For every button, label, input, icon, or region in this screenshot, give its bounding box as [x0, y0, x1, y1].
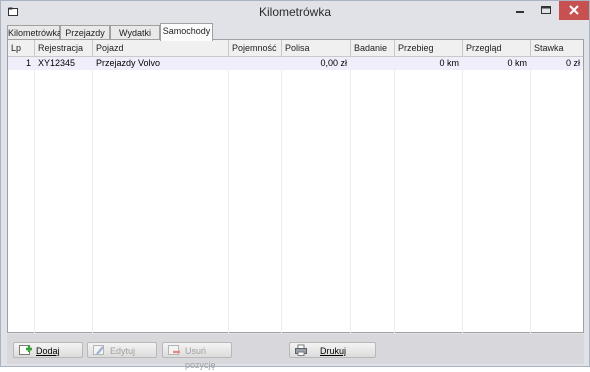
tab-przejazdy[interactable]: Przejazdy [60, 25, 110, 40]
col-header-przebieg[interactable]: Przebieg [395, 40, 463, 56]
button-bar: Dodaj Edytuj Usuń pozycję Drukuj [7, 334, 584, 370]
table-row[interactable]: 1 XY12345 Przejazdy Volvo 0,00 zł 0 km 0… [8, 57, 583, 70]
col-header-badanie[interactable]: Badanie [351, 40, 395, 56]
col-header-pojazd[interactable]: Pojazd [93, 40, 229, 56]
title-bar[interactable]: Kilometrówka [1, 1, 589, 23]
col-header-przeglad[interactable]: Przegląd [463, 40, 531, 56]
maximize-button[interactable] [533, 1, 559, 20]
cell-badanie [351, 57, 394, 70]
cell-polisa: 0,00 zł [320, 58, 347, 68]
tab-strip: Kilometrówka Przejazdy Wydatki Samochody [7, 23, 587, 41]
column-divider [530, 57, 531, 333]
app-window: Kilometrówka Kilometrówka Przejazdy Wyda… [0, 0, 590, 370]
cell-przebieg: 0 km [439, 58, 459, 68]
column-divider [281, 57, 282, 333]
add-button[interactable]: Dodaj [13, 342, 83, 358]
cell-lp: 1 [25, 58, 31, 68]
column-divider [92, 57, 93, 333]
col-header-rejestracja[interactable]: Rejestracja [35, 40, 93, 56]
tab-wydatki[interactable]: Wydatki [110, 25, 160, 40]
cell-przeglad: 0 km [507, 58, 527, 68]
minimize-icon [516, 11, 524, 13]
cell-pojazd: Przejazdy Volvo [96, 58, 161, 68]
pencil-icon [93, 345, 104, 355]
delete-button[interactable]: Usuń pozycję [162, 342, 232, 370]
column-divider [394, 57, 395, 333]
printer-icon [295, 344, 307, 356]
col-header-stawka[interactable]: Stawka [531, 40, 583, 56]
maximize-icon [541, 6, 551, 14]
close-button[interactable] [559, 1, 589, 20]
column-divider [350, 57, 351, 333]
cell-pojemnosc [229, 57, 281, 70]
print-button-label: Drukuj [320, 346, 347, 356]
delete-icon [168, 345, 180, 355]
cell-rejestracja: XY12345 [38, 58, 76, 68]
close-icon [569, 5, 579, 15]
tab-kilometrowka[interactable]: Kilometrówka [7, 25, 62, 40]
add-icon [19, 345, 32, 355]
minimize-button[interactable] [507, 1, 533, 20]
grid-header: Lp Rejestracja Pojazd Pojemność Polisa B… [8, 40, 583, 57]
delete-button-label: Usuń pozycję [185, 346, 216, 370]
edit-button[interactable]: Edytuj [87, 342, 157, 358]
column-divider [462, 57, 463, 333]
tab-samochody[interactable]: Samochody [160, 23, 213, 41]
print-button[interactable]: Drukuj [289, 342, 376, 358]
add-button-label: Dodaj [36, 346, 60, 356]
col-header-polisa[interactable]: Polisa [282, 40, 351, 56]
cell-stawka: 0 zł [565, 58, 580, 68]
window-title: Kilometrówka [258, 5, 332, 19]
col-header-lp[interactable]: Lp [8, 40, 35, 56]
column-divider [228, 57, 229, 333]
edit-button-label: Edytuj [110, 346, 136, 356]
col-header-pojemnosc[interactable]: Pojemność [229, 40, 282, 56]
column-divider [34, 57, 35, 333]
cars-grid[interactable]: Lp Rejestracja Pojazd Pojemność Polisa B… [7, 39, 584, 333]
